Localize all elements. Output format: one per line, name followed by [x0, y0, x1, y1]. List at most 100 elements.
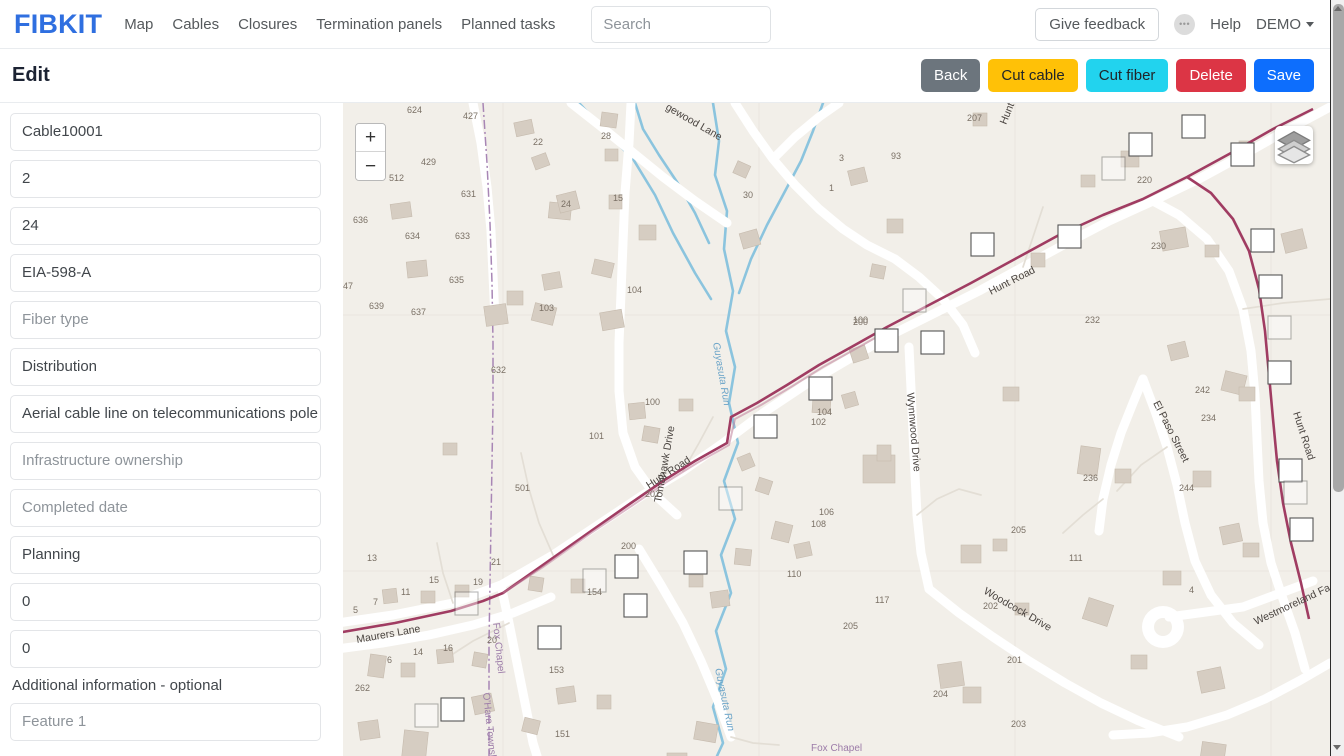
svg-text:93: 93 — [891, 151, 901, 161]
slack-field[interactable]: 0 — [10, 630, 321, 668]
layers-button[interactable] — [1275, 126, 1313, 164]
toolbar-actions: Back Cut cable Cut fiber Delete Save — [921, 59, 1318, 92]
search-input[interactable] — [591, 5, 772, 43]
svg-text:151: 151 — [555, 729, 570, 739]
fiber-type-field[interactable]: Fiber type — [10, 301, 321, 339]
svg-text:205: 205 — [1011, 525, 1026, 535]
svg-text:636: 636 — [353, 215, 368, 225]
svg-text:512: 512 — [389, 173, 404, 183]
chevron-down-icon — [1306, 21, 1314, 27]
cable-name-field[interactable]: Cable10001 — [10, 113, 321, 151]
layers-icon — [1276, 130, 1312, 164]
user-menu-label: DEMO — [1256, 15, 1301, 33]
zoom-out-button[interactable]: − — [356, 152, 385, 180]
svg-text:201: 201 — [1007, 655, 1022, 665]
svg-text:47: 47 — [343, 281, 353, 291]
nav-link-closures[interactable]: Closures — [238, 16, 297, 33]
svg-text:230: 230 — [1151, 241, 1166, 251]
svg-text:427: 427 — [463, 111, 478, 121]
svg-text:117: 117 — [875, 595, 889, 605]
svg-text:207: 207 — [967, 113, 982, 123]
delete-button[interactable]: Delete — [1176, 59, 1246, 92]
svg-text:104: 104 — [627, 285, 642, 295]
svg-text:4: 4 — [1189, 585, 1194, 595]
length-field[interactable]: 0 — [10, 583, 321, 621]
map-canvas[interactable]: Tomahawk Drive Hunt Road Hunt Road Hunt … — [343, 103, 1330, 756]
fiber-count-field[interactable]: 24 — [10, 207, 321, 245]
svg-text:16: 16 — [443, 643, 453, 653]
top-navbar: FIBKIT Map Cables Closures Termination p… — [0, 0, 1330, 49]
cut-fiber-button[interactable]: Cut fiber — [1085, 59, 1169, 92]
cable-number-field[interactable]: 2 — [10, 160, 321, 198]
svg-text:202: 202 — [645, 489, 660, 499]
status-field[interactable]: Planning — [10, 536, 321, 574]
svg-text:24: 24 — [561, 199, 571, 209]
svg-text:11: 11 — [401, 587, 410, 597]
zoom-in-button[interactable]: + — [356, 124, 385, 152]
svg-text:202: 202 — [983, 601, 998, 611]
svg-text:232: 232 — [1085, 315, 1100, 325]
svg-text:200: 200 — [621, 541, 636, 551]
svg-text:13: 13 — [367, 553, 377, 563]
page-toolbar: Edit Back Cut cable Cut fiber Delete Sav… — [0, 49, 1330, 103]
avatar[interactable]: ••• — [1174, 13, 1196, 35]
svg-text:244: 244 — [1179, 483, 1194, 493]
scrollbar-thumb[interactable] — [1333, 4, 1344, 492]
svg-text:15: 15 — [429, 575, 439, 585]
svg-text:20: 20 — [487, 635, 497, 645]
main-nav: Map Cables Closures Termination panels P… — [124, 16, 555, 33]
svg-text:262: 262 — [355, 683, 370, 693]
description-field[interactable]: Aerial cable line on telecommunications … — [10, 395, 321, 433]
map-vector: Tomahawk Drive Hunt Road Hunt Road Hunt … — [343, 103, 1330, 756]
svg-text:154: 154 — [587, 587, 602, 597]
give-feedback-button[interactable]: Give feedback — [1035, 7, 1160, 41]
cut-cable-button[interactable]: Cut cable — [988, 59, 1078, 92]
save-button[interactable]: Save — [1253, 59, 1314, 92]
additional-information-label: Additional information - optional — [12, 677, 223, 694]
svg-text:236: 236 — [1083, 473, 1098, 483]
cable-edit-form: Cable10001 2 24 EIA-598-A Fiber type Dis… — [0, 103, 332, 756]
page-scrollbar[interactable] — [1330, 0, 1344, 756]
svg-text:19: 19 — [473, 577, 483, 587]
svg-text:3: 3 — [839, 153, 844, 163]
svg-text:22: 22 — [533, 137, 543, 147]
svg-text:104: 104 — [817, 407, 832, 417]
svg-text:242: 242 — [1195, 385, 1210, 395]
scroll-up-arrow-icon[interactable] — [1334, 6, 1342, 11]
svg-text:429: 429 — [421, 157, 436, 167]
completed-date-field[interactable]: Completed date — [10, 489, 321, 527]
svg-text:7: 7 — [373, 597, 378, 607]
svg-text:632: 632 — [491, 365, 506, 375]
help-link[interactable]: Help — [1210, 16, 1241, 33]
svg-text:102: 102 — [811, 417, 826, 427]
infrastructure-ownership-field[interactable]: Infrastructure ownership — [10, 442, 321, 480]
nav-link-planned-tasks[interactable]: Planned tasks — [461, 16, 555, 33]
svg-text:633: 633 — [455, 231, 470, 241]
svg-text:21: 21 — [491, 557, 501, 567]
svg-text:153: 153 — [549, 665, 564, 675]
svg-text:635: 635 — [449, 275, 464, 285]
svg-text:205: 205 — [843, 621, 858, 631]
cable-category-field[interactable]: Distribution — [10, 348, 321, 386]
brand-logo[interactable]: FIBKIT — [12, 9, 102, 40]
scrollbar-track[interactable] — [1331, 0, 1344, 756]
back-button[interactable]: Back — [921, 59, 981, 92]
user-menu[interactable]: DEMO — [1256, 16, 1314, 33]
svg-text:501: 501 — [515, 483, 530, 493]
svg-text:101: 101 — [589, 431, 604, 441]
svg-text:6: 6 — [387, 655, 392, 665]
scroll-down-arrow-icon[interactable] — [1333, 745, 1341, 750]
color-standard-field[interactable]: EIA-598-A — [10, 254, 321, 292]
svg-text:Fox Chapel: Fox Chapel — [811, 743, 862, 754]
svg-text:624: 624 — [407, 105, 422, 115]
nav-link-map[interactable]: Map — [124, 16, 153, 33]
navbar-right-group: Give feedback ••• Help DEMO — [1035, 7, 1318, 41]
svg-text:220: 220 — [1137, 175, 1152, 185]
svg-text:203: 203 — [1011, 719, 1026, 729]
svg-text:1: 1 — [829, 183, 834, 193]
svg-text:28: 28 — [601, 131, 611, 141]
nav-link-cables[interactable]: Cables — [172, 16, 219, 33]
feature-1-field[interactable]: Feature 1 — [10, 703, 321, 741]
svg-text:5: 5 — [353, 605, 358, 615]
nav-link-termination-panels[interactable]: Termination panels — [316, 16, 442, 33]
